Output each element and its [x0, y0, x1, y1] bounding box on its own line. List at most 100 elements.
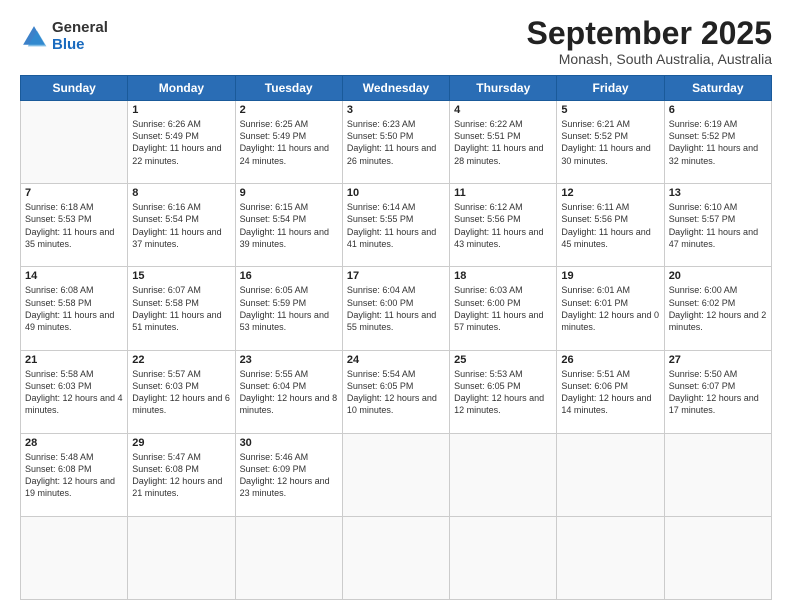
header-saturday: Saturday: [664, 76, 771, 101]
day-number: 25: [454, 354, 552, 366]
table-row: [557, 516, 664, 599]
table-row: 29 Sunrise: 5:47 AMSunset: 6:08 PMDayligh…: [128, 433, 235, 516]
day-info: Sunrise: 5:54 AMSunset: 6:05 PMDaylight:…: [347, 368, 445, 417]
logo-blue: Blue: [52, 37, 108, 54]
table-row: 15Sunrise: 6:07 AMSunset: 5:58 PMDayligh…: [128, 267, 235, 350]
table-row: 19 Sunrise: 6:01 AMSunset: 6:01 PMDayligh…: [557, 267, 664, 350]
day-number: 28: [25, 437, 123, 449]
day-info: Sunrise: 5:50 AMSunset: 6:07 PMDaylight:…: [669, 368, 767, 417]
calendar-row: [21, 516, 772, 599]
day-info: Sunrise: 6:25 AMSunset: 5:49 PMDaylight:…: [240, 118, 338, 167]
day-info: Sunrise: 6:12 AMSunset: 5:56 PMDaylight:…: [454, 201, 552, 250]
table-row: 3Sunrise: 6:23 AMSunset: 5:50 PMDaylight…: [342, 101, 449, 184]
day-number: 10: [347, 187, 445, 199]
header-tuesday: Tuesday: [235, 76, 342, 101]
day-number: 5: [561, 104, 659, 116]
day-number: 13: [669, 187, 767, 199]
table-row: [557, 433, 664, 516]
day-info: Sunrise: 6:19 AMSunset: 5:52 PMDaylight:…: [669, 118, 767, 167]
day-number: 7: [25, 187, 123, 199]
table-row: 18 Sunrise: 6:03 AMSunset: 6:00 PMDayligh…: [450, 267, 557, 350]
day-number: 9: [240, 187, 338, 199]
table-row: 9 Sunrise: 6:15 AMSunset: 5:54 PMDaylight…: [235, 184, 342, 267]
table-row: 22 Sunrise: 5:57 AMSunset: 6:03 PMDayligh…: [128, 350, 235, 433]
day-info: Sunrise: 5:46 AMSunset: 6:09 PMDaylight:…: [240, 451, 338, 500]
day-info: Sunrise: 6:04 AMSunset: 6:00 PMDaylight:…: [347, 284, 445, 333]
calendar-table: Sunday Monday Tuesday Wednesday Thursday…: [20, 75, 772, 600]
day-number: 29: [132, 437, 230, 449]
table-row: 21 Sunrise: 5:58 AMSunset: 6:03 PMDayligh…: [21, 350, 128, 433]
day-info: Sunrise: 5:48 AMSunset: 6:08 PMDaylight:…: [25, 451, 123, 500]
day-info: Sunrise: 6:15 AMSunset: 5:54 PMDaylight:…: [240, 201, 338, 250]
header-monday: Monday: [128, 76, 235, 101]
logo-general: General: [52, 20, 108, 37]
day-info: Sunrise: 6:26 AMSunset: 5:49 PMDaylight:…: [132, 118, 230, 167]
day-info: Sunrise: 6:01 AMSunset: 6:01 PMDaylight:…: [561, 284, 659, 333]
table-row: [664, 516, 771, 599]
table-row: 30 Sunrise: 5:46 AMSunset: 6:09 PMDayligh…: [235, 433, 342, 516]
day-number: 24: [347, 354, 445, 366]
location-subtitle: Monash, South Australia, Australia: [527, 51, 772, 67]
day-info: Sunrise: 5:57 AMSunset: 6:03 PMDaylight:…: [132, 368, 230, 417]
table-row: [450, 516, 557, 599]
day-info: Sunrise: 6:10 AMSunset: 5:57 PMDaylight:…: [669, 201, 767, 250]
table-row: [21, 516, 128, 599]
table-row: [342, 516, 449, 599]
table-row: [21, 101, 128, 184]
table-row: 12Sunrise: 6:11 AMSunset: 5:56 PMDayligh…: [557, 184, 664, 267]
header-sunday: Sunday: [21, 76, 128, 101]
day-number: 22: [132, 354, 230, 366]
day-info: Sunrise: 5:58 AMSunset: 6:03 PMDaylight:…: [25, 368, 123, 417]
day-info: Sunrise: 5:53 AMSunset: 6:05 PMDaylight:…: [454, 368, 552, 417]
day-number: 20: [669, 270, 767, 282]
table-row: 23Sunrise: 5:55 AMSunset: 6:04 PMDayligh…: [235, 350, 342, 433]
table-row: 11Sunrise: 6:12 AMSunset: 5:56 PMDayligh…: [450, 184, 557, 267]
table-row: 14 Sunrise: 6:08 AMSunset: 5:58 PMDayligh…: [21, 267, 128, 350]
day-number: 27: [669, 354, 767, 366]
table-row: 20 Sunrise: 6:00 AMSunset: 6:02 PMDayligh…: [664, 267, 771, 350]
table-row: 17 Sunrise: 6:04 AMSunset: 6:00 PMDayligh…: [342, 267, 449, 350]
table-row: 10 Sunrise: 6:14 AMSunset: 5:55 PMDayligh…: [342, 184, 449, 267]
day-info: Sunrise: 6:14 AMSunset: 5:55 PMDaylight:…: [347, 201, 445, 250]
header-wednesday: Wednesday: [342, 76, 449, 101]
day-number: 14: [25, 270, 123, 282]
table-row: 16 Sunrise: 6:05 AMSunset: 5:59 PMDayligh…: [235, 267, 342, 350]
day-number: 2: [240, 104, 338, 116]
day-number: 21: [25, 354, 123, 366]
day-info: Sunrise: 6:18 AMSunset: 5:53 PMDaylight:…: [25, 201, 123, 250]
day-number: 16: [240, 270, 338, 282]
weekday-header-row: Sunday Monday Tuesday Wednesday Thursday…: [21, 76, 772, 101]
day-number: 6: [669, 104, 767, 116]
day-number: 17: [347, 270, 445, 282]
table-row: [235, 516, 342, 599]
table-row: 24 Sunrise: 5:54 AMSunset: 6:05 PMDayligh…: [342, 350, 449, 433]
table-row: 27 Sunrise: 5:50 AMSunset: 6:07 PMDayligh…: [664, 350, 771, 433]
header: General Blue September 2025 Monash, Sout…: [20, 16, 772, 67]
day-number: 18: [454, 270, 552, 282]
day-info: Sunrise: 6:00 AMSunset: 6:02 PMDaylight:…: [669, 284, 767, 333]
table-row: [664, 433, 771, 516]
day-info: Sunrise: 6:22 AMSunset: 5:51 PMDaylight:…: [454, 118, 552, 167]
day-info: Sunrise: 5:47 AMSunset: 6:08 PMDaylight:…: [132, 451, 230, 500]
day-info: Sunrise: 6:03 AMSunset: 6:00 PMDaylight:…: [454, 284, 552, 333]
page: General Blue September 2025 Monash, Sout…: [0, 0, 792, 612]
table-row: 28 Sunrise: 5:48 AMSunset: 6:08 PMDayligh…: [21, 433, 128, 516]
day-number: 26: [561, 354, 659, 366]
day-number: 4: [454, 104, 552, 116]
day-info: Sunrise: 6:23 AMSunset: 5:50 PMDaylight:…: [347, 118, 445, 167]
table-row: 26 Sunrise: 5:51 AMSunset: 6:06 PMDayligh…: [557, 350, 664, 433]
header-friday: Friday: [557, 76, 664, 101]
logo-text: General Blue: [52, 20, 108, 53]
day-info: Sunrise: 6:08 AMSunset: 5:58 PMDaylight:…: [25, 284, 123, 333]
day-number: 19: [561, 270, 659, 282]
day-info: Sunrise: 6:05 AMSunset: 5:59 PMDaylight:…: [240, 284, 338, 333]
header-thursday: Thursday: [450, 76, 557, 101]
logo: General Blue: [20, 20, 108, 53]
calendar-row: 14 Sunrise: 6:08 AMSunset: 5:58 PMDayligh…: [21, 267, 772, 350]
day-info: Sunrise: 5:51 AMSunset: 6:06 PMDaylight:…: [561, 368, 659, 417]
calendar-row: 1Sunrise: 6:26 AMSunset: 5:49 PMDaylight…: [21, 101, 772, 184]
table-row: 1Sunrise: 6:26 AMSunset: 5:49 PMDaylight…: [128, 101, 235, 184]
title-block: September 2025 Monash, South Australia, …: [527, 16, 772, 67]
day-number: 12: [561, 187, 659, 199]
day-number: 30: [240, 437, 338, 449]
